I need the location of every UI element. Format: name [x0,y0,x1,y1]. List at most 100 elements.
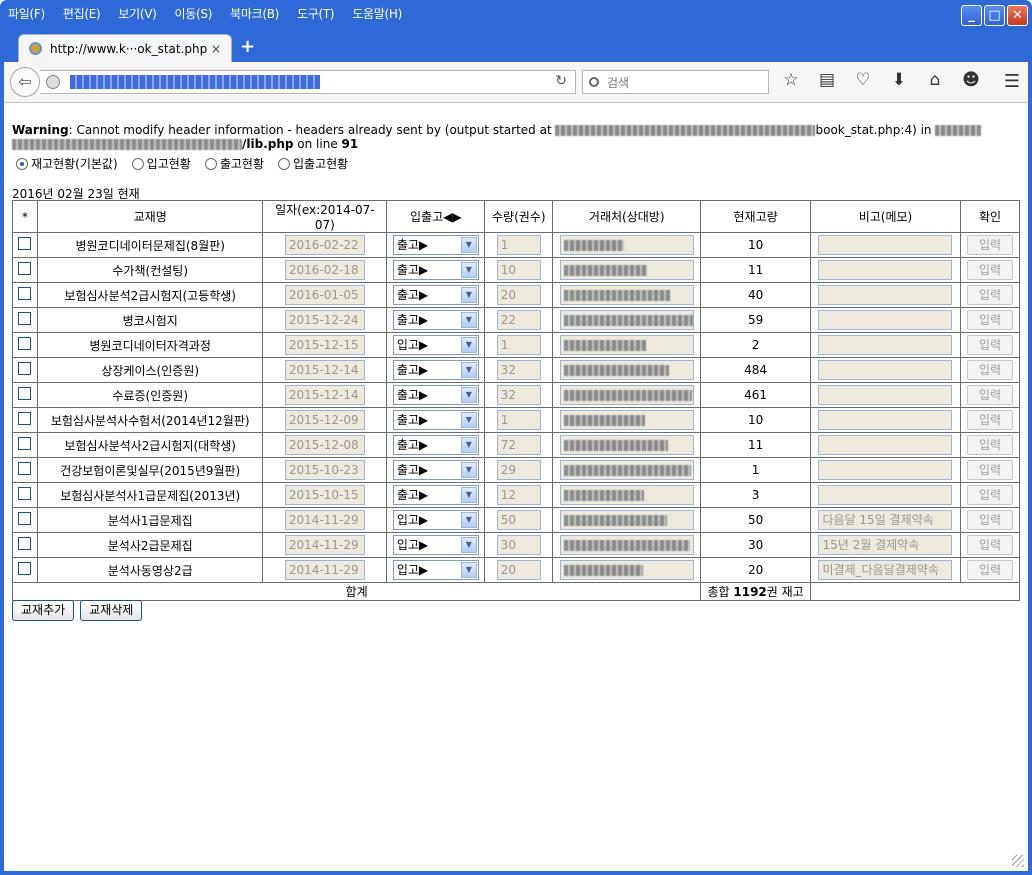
date-input[interactable]: 2015-12-09 [284,410,365,430]
dropdown-arrow-icon[interactable]: ▼ [460,537,477,553]
tab-active[interactable]: http://www.k···ok_stat.php × [18,34,232,62]
download-icon[interactable]: ⬇ [888,70,910,90]
qty-input[interactable]: 30 [496,535,541,555]
date-input[interactable]: 2015-10-15 [284,485,365,505]
radio-inout[interactable]: 입출고현황 [278,155,348,172]
dropdown-arrow-icon[interactable]: ▼ [460,287,477,303]
dropdown-arrow-icon[interactable]: ▼ [460,412,477,428]
io-select[interactable]: 출고▶ ▼ [392,385,479,405]
confirm-button[interactable]: 입력 [966,435,1013,455]
radio-icon[interactable] [131,157,144,170]
row-checkbox[interactable] [18,537,32,550]
io-select[interactable]: 입고▶ ▼ [392,510,479,530]
bookmark-star-icon[interactable]: ☆ [780,70,802,90]
vendor-input[interactable] [559,485,694,505]
radio-outbound[interactable]: 출고현황 [204,155,264,172]
io-select[interactable]: 출고▶ ▼ [392,285,479,305]
io-select[interactable]: 입고▶ ▼ [392,335,479,355]
radio-stock[interactable]: 재고현황(기본값) [16,155,118,172]
memo-input[interactable] [818,410,953,430]
vendor-input[interactable] [559,460,694,480]
menu-bookmarks[interactable]: 북마크(B) [230,5,279,22]
qty-input[interactable]: 32 [496,385,541,405]
io-select[interactable]: 출고▶ ▼ [392,410,479,430]
radio-icon[interactable] [204,157,217,170]
vendor-input[interactable] [559,310,694,330]
qty-input[interactable]: 1 [496,335,541,355]
dropdown-arrow-icon[interactable]: ▼ [460,262,477,278]
memo-input[interactable] [818,435,953,455]
date-input[interactable]: 2016-02-18 [284,260,365,280]
confirm-button[interactable]: 입력 [966,335,1013,355]
dropdown-arrow-icon[interactable]: ▼ [460,237,477,253]
memo-input[interactable] [818,385,953,405]
dropdown-arrow-icon[interactable]: ▼ [460,512,477,528]
radio-icon[interactable] [278,157,290,170]
memo-input[interactable] [818,485,953,505]
qty-input[interactable]: 29 [496,460,541,480]
dropdown-arrow-icon[interactable]: ▼ [460,562,477,578]
io-select[interactable]: 입고▶ ▼ [392,535,479,555]
row-checkbox[interactable] [18,362,32,375]
confirm-button[interactable]: 입력 [966,410,1013,430]
radio-inbound[interactable]: 입고현황 [131,155,191,172]
confirm-button[interactable]: 입력 [966,235,1013,255]
vendor-input[interactable] [559,535,694,555]
delete-book-button[interactable]: 교재삭제 [80,600,143,621]
io-select[interactable]: 출고▶ ▼ [392,435,479,455]
io-select[interactable]: 입고▶ ▼ [392,560,479,580]
io-select[interactable]: 출고▶ ▼ [392,460,479,480]
minimize-button[interactable]: _ [961,5,982,26]
row-checkbox[interactable] [18,487,32,500]
row-checkbox[interactable] [18,412,32,425]
confirm-button[interactable]: 입력 [966,460,1013,480]
dropdown-arrow-icon[interactable]: ▼ [460,437,477,453]
row-checkbox[interactable] [18,237,32,250]
row-checkbox[interactable] [18,512,32,525]
vendor-input[interactable] [559,510,694,530]
vendor-input[interactable] [559,360,694,380]
date-input[interactable]: 2014-11-29 [284,535,365,555]
pocket-icon[interactable]: ♡ [852,70,874,90]
vendor-input[interactable] [559,235,694,255]
menu-edit[interactable]: 편집(E) [63,5,101,22]
confirm-button[interactable]: 입력 [966,260,1013,280]
url-bar[interactable]: ↻ [40,70,576,94]
row-checkbox[interactable] [18,562,32,575]
confirm-button[interactable]: 입력 [966,310,1013,330]
memo-input[interactable]: 미결제_다음달결제약속 [818,560,953,580]
maximize-button[interactable]: □ [984,5,1005,26]
confirm-button[interactable]: 입력 [966,485,1013,505]
date-input[interactable]: 2015-12-15 [284,335,365,355]
memo-input[interactable] [818,260,953,280]
qty-input[interactable]: 20 [496,285,541,305]
qty-input[interactable]: 1 [496,235,541,255]
row-checkbox[interactable] [18,462,32,475]
date-input[interactable]: 2015-12-08 [284,435,365,455]
menu-help[interactable]: 도움말(H) [352,5,402,22]
row-checkbox[interactable] [18,287,32,300]
confirm-button[interactable]: 입력 [966,385,1013,405]
io-select[interactable]: 출고▶ ▼ [392,260,479,280]
dropdown-arrow-icon[interactable]: ▼ [460,312,477,328]
row-checkbox[interactable] [18,387,32,400]
menu-tools[interactable]: 도구(T) [297,5,335,22]
row-checkbox[interactable] [18,337,32,350]
io-select[interactable]: 출고▶ ▼ [392,485,479,505]
row-checkbox[interactable] [18,312,32,325]
resize-grip-icon[interactable] [1012,855,1024,867]
qty-input[interactable]: 32 [496,360,541,380]
io-select[interactable]: 출고▶ ▼ [392,360,479,380]
close-window-button[interactable]: ✕ [1007,5,1028,26]
row-checkbox[interactable] [18,262,32,275]
date-input[interactable]: 2014-11-29 [284,560,365,580]
confirm-button[interactable]: 입력 [966,535,1013,555]
date-input[interactable]: 2015-12-14 [284,360,365,380]
qty-input[interactable]: 20 [496,560,541,580]
reload-icon[interactable]: ↻ [555,73,567,89]
chat-icon[interactable]: ☻ [960,70,982,90]
memo-input[interactable] [818,310,953,330]
confirm-button[interactable]: 입력 [966,510,1013,530]
memo-input[interactable]: 15년 2월 결제약속 [818,535,953,555]
qty-input[interactable]: 50 [496,510,541,530]
